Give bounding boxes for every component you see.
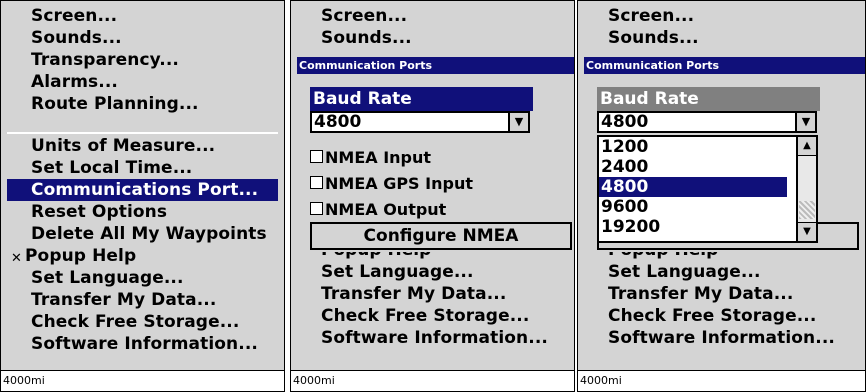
menu-item-software-info[interactable]: Software Information... — [7, 333, 278, 355]
nmea-output-checkbox[interactable]: NMEA Output — [310, 198, 446, 222]
scroll-down-icon[interactable]: ▼ — [798, 222, 816, 241]
scrollbar[interactable]: ▲ ▼ — [796, 137, 816, 241]
menu-item-units[interactable]: Units of Measure... — [7, 135, 278, 157]
comm-ports-panel: Screen... Sounds... Communication Ports … — [290, 0, 575, 392]
comm-ports-dialog: Communication Ports — [584, 57, 865, 74]
menu-item-screen[interactable]: Screen... — [297, 5, 568, 27]
baud-rate-select[interactable]: 4800 ▼ — [310, 111, 530, 133]
menu-item-language[interactable]: Set Language... — [297, 261, 568, 283]
menu-item-screen[interactable]: Screen... — [584, 5, 859, 27]
nmea-input-checkbox[interactable]: NMEA Input — [310, 146, 431, 170]
menu-item-transfer-data[interactable]: Transfer My Data... — [297, 283, 568, 305]
option-label: NMEA GPS Input — [325, 174, 473, 193]
menu-item-free-storage[interactable]: Check Free Storage... — [584, 305, 859, 327]
baud-rate-options-list[interactable]: 1200 2400 4800 9600 19200 ▲ ▼ — [597, 135, 818, 243]
menu-top-group: Screen... Sounds... Transparency... Alar… — [7, 5, 278, 115]
baud-rate-label: Baud Rate — [310, 87, 533, 111]
menu-top-group: Screen... Sounds... — [584, 5, 859, 49]
baud-rate-select[interactable]: 4800 ▼ — [597, 111, 817, 133]
baud-option-9600[interactable]: 9600 — [599, 197, 787, 217]
menu-item-popup-help[interactable]: ✕ Popup Help — [7, 245, 278, 267]
scroll-up-icon[interactable]: ▲ — [798, 137, 816, 156]
map-scale: 4000mi — [1, 370, 284, 391]
menu-item-transparency[interactable]: Transparency... — [7, 49, 278, 71]
menu-item-free-storage[interactable]: Check Free Storage... — [297, 305, 568, 327]
menu-item-sounds[interactable]: Sounds... — [7, 27, 278, 49]
checkbox-icon — [310, 202, 323, 215]
menu-item-sounds[interactable]: Sounds... — [297, 27, 568, 49]
menu-item-language[interactable]: Set Language... — [7, 267, 278, 289]
chevron-down-icon[interactable]: ▼ — [508, 113, 528, 131]
menu-bottom-group: Set Language... Transfer My Data... Chec… — [584, 261, 859, 349]
configure-nmea-button[interactable]: Configure NMEA — [310, 222, 572, 250]
nmea-gps-input-checkbox[interactable]: NMEA GPS Input — [310, 172, 473, 196]
menu-item-software-info[interactable]: Software Information... — [297, 327, 568, 349]
menu-item-reset-options[interactable]: Reset Options — [7, 201, 278, 223]
dialog-title: Communication Ports — [584, 57, 865, 74]
menu-item-alarms[interactable]: Alarms... — [7, 71, 278, 93]
menu-item-language[interactable]: Set Language... — [584, 261, 859, 283]
menu-item-delete-waypoints[interactable]: Delete All My Waypoints — [7, 223, 278, 245]
checkbox-icon — [310, 176, 323, 189]
map-scale: 4000mi — [578, 370, 865, 391]
menu-divider — [7, 132, 278, 134]
checkbox-icon — [310, 150, 323, 163]
map-scale: 4000mi — [291, 370, 574, 391]
menu-item-transfer-data[interactable]: Transfer My Data... — [7, 289, 278, 311]
menu-item-free-storage[interactable]: Check Free Storage... — [7, 311, 278, 333]
comm-ports-dialog: Communication Ports — [297, 57, 574, 74]
settings-menu-panel: Screen... Sounds... Transparency... Alar… — [0, 0, 285, 392]
menu-bottom-group: Units of Measure... Set Local Time... Co… — [7, 135, 278, 355]
baud-rate-dropdown-panel: Screen... Sounds... Communication Ports … — [577, 0, 866, 392]
menu-item-route-planning[interactable]: Route Planning... — [7, 93, 278, 115]
option-label: NMEA Output — [325, 200, 447, 219]
baud-option-19200[interactable]: 19200 — [599, 217, 787, 237]
menu-item-screen[interactable]: Screen... — [7, 5, 278, 27]
baud-option-1200[interactable]: 1200 — [599, 137, 787, 157]
menu-top-group: Screen... Sounds... — [297, 5, 568, 49]
baud-option-2400[interactable]: 2400 — [599, 157, 787, 177]
chevron-down-icon[interactable]: ▼ — [795, 113, 815, 131]
menu-bottom-group: Set Language... Transfer My Data... Chec… — [297, 261, 568, 349]
popup-help-label: Popup Help — [25, 246, 137, 266]
menu-item-communications-port[interactable]: Communications Port... — [7, 179, 278, 201]
scrollbar-thumb[interactable] — [799, 201, 815, 219]
checkbox-checked-icon: ✕ — [11, 251, 22, 266]
baud-option-4800[interactable]: 4800 — [599, 177, 787, 197]
menu-item-sounds[interactable]: Sounds... — [584, 27, 859, 49]
menu-item-local-time[interactable]: Set Local Time... — [7, 157, 278, 179]
baud-rate-label: Baud Rate — [597, 87, 820, 111]
dialog-title: Communication Ports — [297, 57, 574, 74]
menu-item-popup-help-partial: Popup Help — [584, 252, 859, 260]
baud-rate-value: 4800 — [314, 112, 362, 132]
baud-rate-value: 4800 — [601, 112, 649, 132]
menu-item-transfer-data[interactable]: Transfer My Data... — [584, 283, 859, 305]
menu-item-popup-help-partial: Popup Help — [297, 252, 568, 260]
option-label: NMEA Input — [325, 148, 432, 167]
menu-item-software-info[interactable]: Software Information... — [584, 327, 859, 349]
